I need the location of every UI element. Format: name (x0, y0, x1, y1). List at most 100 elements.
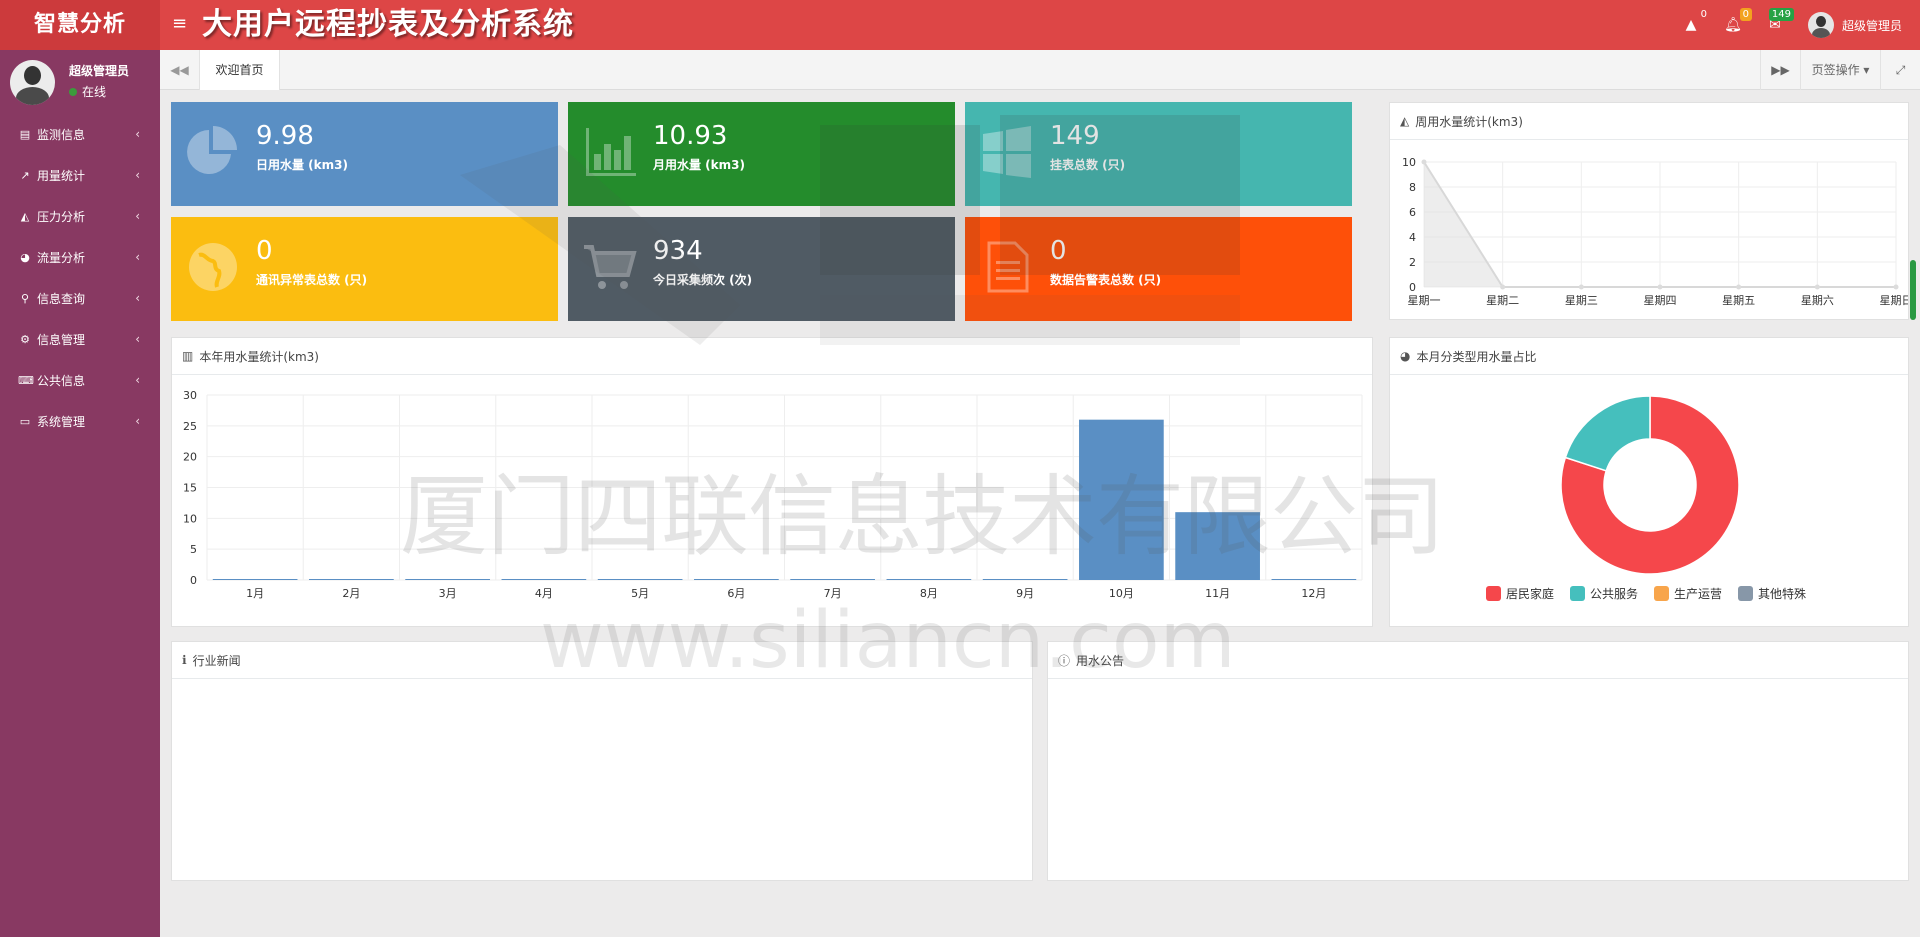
book-icon: ▤ (19, 128, 31, 141)
legend-label: 生产运营 (1674, 587, 1722, 601)
panel-header: ◕ 本月分类型用水量占比 (1390, 338, 1908, 375)
weekly-usage-chart: 0 2 4 6 8 10 星期一 星期二 星期三 星期四 星期五 星期六 星期日 (1402, 156, 1913, 307)
line-chart-icon: ↗ (20, 169, 30, 182)
chevron-left-icon: ‹ (135, 414, 140, 428)
x-tick-label: 星期四 (1644, 294, 1677, 307)
chevron-left-icon: ‹ (135, 291, 140, 305)
user-avatar (10, 60, 55, 105)
fullscreen-icon[interactable]: ⤢ (1880, 50, 1920, 90)
tile-meter-total[interactable]: 149 挂表总数 (只) (965, 102, 1352, 206)
top-header: 智慧分析 ≡ 大用户远程抄表及分析系统 ▲ 0 🔔︎ 0 ✉ 149 超级管理员 (0, 0, 1920, 50)
sidebar-item-label: 信息查询 (37, 292, 86, 306)
tile-daily-collect[interactable]: 934 今日采集频次 (次) (568, 217, 955, 321)
bar-chart-icon (586, 128, 636, 176)
brand-logo[interactable]: 智慧分析 (0, 0, 160, 50)
bar (597, 579, 683, 580)
data-point (1421, 159, 1427, 165)
sidebar-item-monitor[interactable]: ▤ 监测信息 ‹ (0, 114, 160, 155)
data-point (1500, 284, 1506, 290)
x-tick-label: 7月 (824, 587, 842, 600)
app-title: 大用户远程抄表及分析系统 (202, 7, 574, 42)
legend-label: 公共服务 (1590, 586, 1638, 601)
tile-value: 0 (1050, 236, 1067, 266)
bar (405, 579, 490, 580)
sidebar-item-label: 监测信息 (37, 128, 86, 142)
y-tick-label: 6 (1409, 206, 1416, 219)
avatar (1808, 12, 1834, 38)
tile-label: 月用水量 (km3) (653, 158, 745, 172)
y-tick-label: 0 (190, 574, 197, 587)
data-point (1893, 284, 1899, 290)
sidebar-item-public[interactable]: ⌨ 公共信息 ‹ (0, 360, 160, 401)
data-point (1657, 284, 1663, 290)
tab-scroll-left-icon[interactable]: ◀◀ (160, 50, 200, 90)
sidebar-item-manage[interactable]: ⚙ 信息管理 ‹ (0, 319, 160, 360)
mail-icon[interactable]: ✉ 149 (1764, 8, 1794, 36)
search-icon: ⚲ (20, 292, 30, 305)
scrollbar[interactable] (1910, 260, 1916, 320)
x-tick-label: 6月 (727, 587, 745, 600)
tile-data-alarm[interactable]: 0 数据告警表总数 (只) (965, 217, 1352, 321)
online-dot-icon (69, 87, 77, 96)
x-tick-label: 4月 (535, 587, 553, 600)
water-notice-panel: ⓘ 用水公告 (1047, 641, 1909, 881)
yearly-usage-chart: 0 5 10 15 20 25 30 1月 2月 3月 4月 5月 6月 7月 8月 9月 10月 11月 12月 (183, 389, 1363, 600)
sidebar-item-label: 信息管理 (37, 333, 86, 347)
bar (1079, 419, 1164, 580)
sidebar-item-label: 压力分析 (37, 210, 86, 224)
legend-swatch (1654, 586, 1669, 601)
sidebar-item-query[interactable]: ⚲ 信息查询 ‹ (0, 278, 160, 319)
chevron-left-icon: ‹ (135, 373, 140, 387)
pie-chart-icon: ◕ (1400, 349, 1411, 363)
bar (1271, 579, 1357, 580)
sidebar-item-system[interactable]: ▭ 系统管理 ‹ (0, 401, 160, 442)
info-circle-icon: ⓘ (1058, 653, 1071, 668)
panel-header: ⓘ 用水公告 (1048, 642, 1908, 679)
bar (886, 579, 972, 580)
x-tick-label: 3月 (439, 587, 457, 600)
data-point (1814, 284, 1820, 290)
tile-comm-error[interactable]: 0 通讯异常表总数 (只) (171, 217, 558, 321)
tile-label: 数据告警表总数 (只) (1050, 273, 1162, 287)
y-tick-label: 15 (183, 482, 197, 495)
sidebar-item-usage[interactable]: ↗ 用量统计 ‹ (0, 155, 160, 196)
panel-header: ◭ 周用水量统计(km3) (1390, 103, 1908, 140)
menu-toggle-icon[interactable]: ≡ (172, 13, 188, 35)
tile-monthly-usage[interactable]: 10.93 月用水量 (km3) (568, 102, 955, 206)
cart-icon (584, 245, 637, 289)
bell-icon[interactable]: 🔔︎ 0 (1722, 8, 1752, 36)
bar-chart-icon: ▥ (182, 349, 194, 363)
page-ops-dropdown[interactable]: 页签操作 ▾ (1800, 50, 1880, 90)
industry-news-panel: ℹ 行业新闻 (171, 641, 1033, 881)
sidebar-item-flow[interactable]: ◕ 流量分析 ‹ (0, 237, 160, 278)
y-tick-label: 5 (190, 543, 197, 556)
y-tick-label: 0 (1409, 281, 1416, 294)
x-tick-label: 5月 (631, 587, 649, 600)
panel-title: 用水公告 (1076, 653, 1125, 668)
pie-slice (1564, 395, 1651, 472)
tile-label: 日用水量 (km3) (256, 158, 348, 172)
sidebar-item-label: 用量统计 (37, 169, 86, 183)
tile-value: 934 (653, 236, 703, 266)
tab-scroll-right-icon[interactable]: ▶▶ (1760, 50, 1800, 90)
windows-icon (983, 126, 1031, 178)
x-tick-label: 11月 (1205, 587, 1230, 600)
bar (694, 579, 779, 580)
sidebar-menu: ▤ 监测信息 ‹ ↗ 用量统计 ‹ ◭ 压力分析 ‹ ◕ 流量分析 ‹ ⚲ 信息… (0, 114, 160, 442)
bar (501, 579, 587, 580)
legend-swatch (1486, 586, 1501, 601)
sidebar-item-pressure[interactable]: ◭ 压力分析 ‹ (0, 196, 160, 237)
tab-home[interactable]: 欢迎首页 (200, 50, 280, 90)
tile-label: 通讯异常表总数 (只) (256, 273, 368, 287)
user-status: 在线 (69, 83, 106, 100)
tab-bar: ◀◀ 欢迎首页 ▶▶ 页签操作 ▾ ⤢ (160, 50, 1920, 90)
area-chart-icon: ◭ (20, 210, 30, 223)
warning-icon[interactable]: ▲ 0 (1680, 9, 1707, 36)
tile-value: 9.98 (256, 121, 314, 151)
x-tick-label: 8月 (920, 587, 938, 600)
sidebar-item-label: 公共信息 (37, 374, 86, 388)
bar (790, 579, 875, 580)
header-user-menu[interactable]: 超级管理员 (1808, 12, 1902, 38)
tile-daily-usage[interactable]: 9.98 日用水量 (km3) (171, 102, 558, 206)
y-tick-label: 25 (183, 420, 197, 433)
